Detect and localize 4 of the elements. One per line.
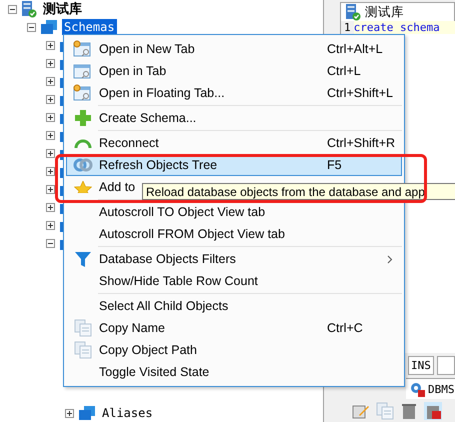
code-line: create schema: [354, 21, 440, 34]
insert-mode-indicator: INS: [408, 356, 434, 375]
tooltip: Reload database objects from the database and app: [142, 183, 455, 200]
line-number: 1: [341, 21, 354, 34]
